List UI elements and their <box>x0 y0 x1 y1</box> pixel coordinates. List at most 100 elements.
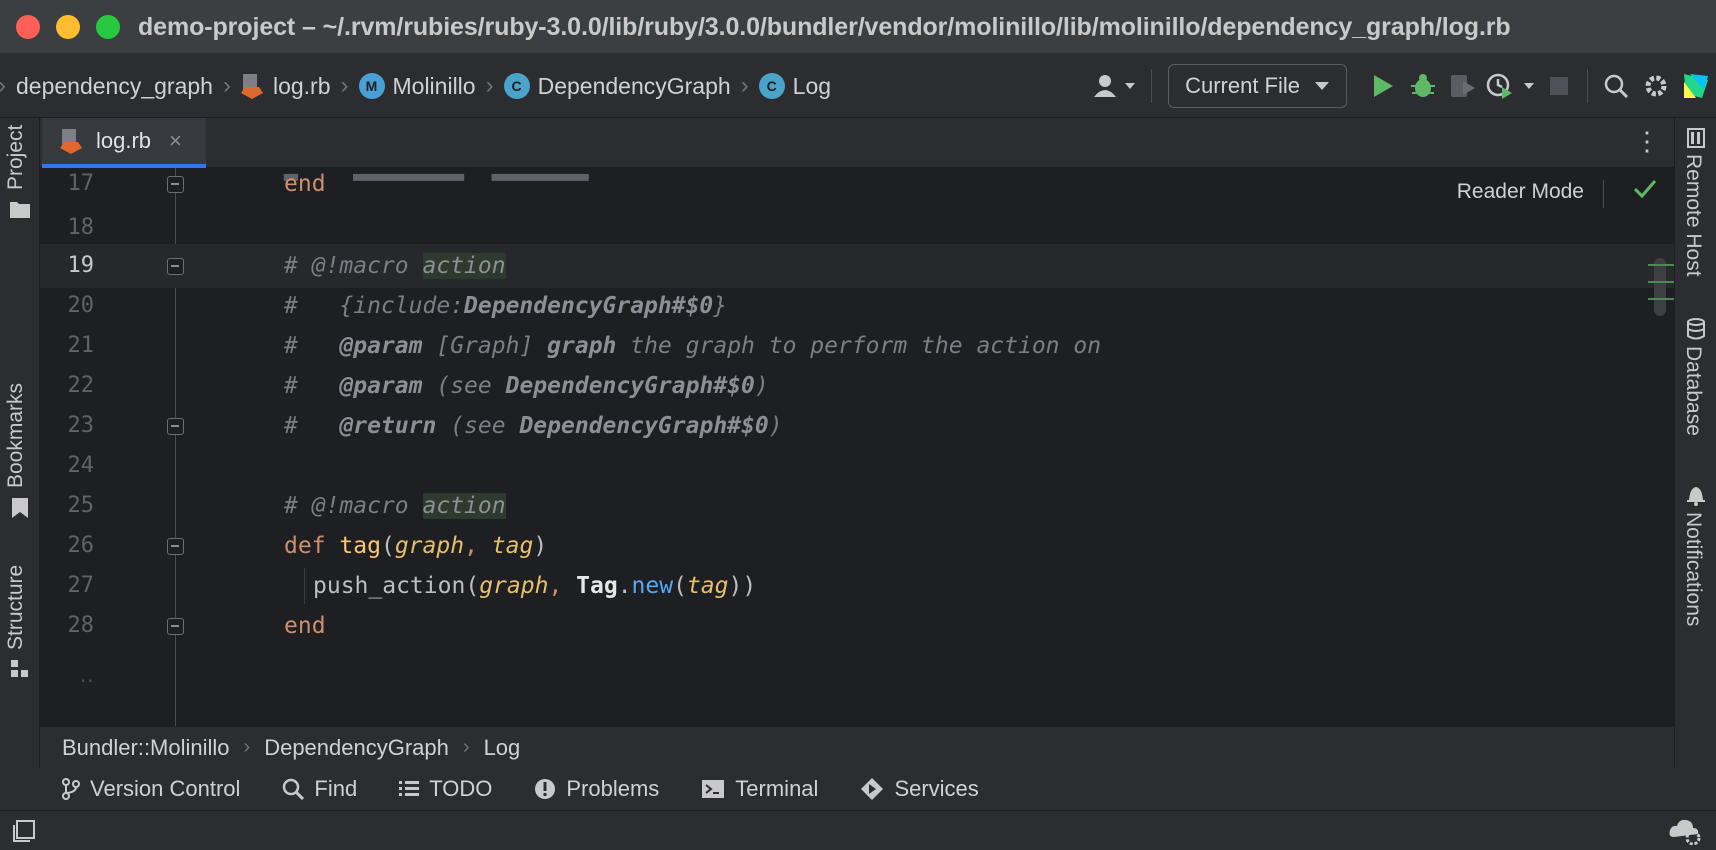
method-call-token: push_action <box>313 573 466 599</box>
fold-toggle-icon[interactable] <box>167 258 184 275</box>
project-tool-button[interactable]: Project <box>0 118 40 228</box>
parameter-token: tag <box>686 573 729 599</box>
comment-token: the graph to perform the action on <box>630 333 1102 359</box>
bell-icon <box>1687 487 1705 506</box>
inspection-ok-icon[interactable] <box>1632 176 1658 202</box>
fold-toggle-icon[interactable] <box>167 418 184 435</box>
tool-window-label: TODO <box>429 776 493 801</box>
breadcrumb-molinillo[interactable]: M Molinillo <box>358 73 476 100</box>
structure-icon <box>11 660 28 677</box>
tab-log-rb[interactable]: log.rb × <box>42 118 206 168</box>
breadcrumb-dependencygraph[interactable]: C DependencyGraph <box>503 73 731 100</box>
remote-host-tool-button[interactable]: Remote Host <box>1675 122 1716 292</box>
structure-tool-button[interactable]: Structure <box>0 558 40 688</box>
find-tool-button[interactable]: Find <box>282 776 357 802</box>
method-name-token: tag <box>339 533 381 559</box>
comment-token: ) <box>768 413 783 439</box>
breadcrumb-dependency-graph[interactable]: dependency_graph <box>16 73 213 100</box>
code-line-24: 24 <box>40 444 1674 488</box>
constant-token: Tag <box>576 573 618 599</box>
settings-button[interactable] <box>1636 66 1676 106</box>
close-tab-icon[interactable]: × <box>169 128 182 154</box>
line-number: 27 <box>67 573 95 598</box>
profile-dropdown-button[interactable] <box>1087 66 1143 106</box>
main-toolbar: Current File <box>1087 54 1716 118</box>
fold-toggle-icon[interactable] <box>167 618 184 635</box>
structure-breadcrumb: Bundler::Molinillo › DependencyGraph › L… <box>40 726 1674 768</box>
problems-tool-button[interactable]: Problems <box>534 776 659 802</box>
notifications-tool-button[interactable]: Notifications <box>1675 480 1716 640</box>
change-marker <box>1648 264 1674 266</box>
left-tool-strip: Project Bookmarks Structure <box>0 118 40 810</box>
close-window-button[interactable] <box>16 15 40 39</box>
terminal-icon <box>702 780 725 798</box>
database-tool-button[interactable]: Database <box>1675 314 1716 454</box>
breadcrumb-label: Log <box>792 72 832 99</box>
method-call-token: new <box>631 573 674 599</box>
editor-scrollbar-thumb[interactable] <box>1654 258 1666 316</box>
toolbar-separator <box>1587 69 1588 103</box>
structure-breadcrumb-item[interactable]: Bundler::Molinillo <box>62 735 230 761</box>
version-control-tool-button[interactable]: Version Control <box>62 776 240 802</box>
code-line-23: 23 # @return (see DependencyGraph#$0) <box>40 404 1674 448</box>
todo-tool-button[interactable]: TODO <box>399 776 492 802</box>
debug-button[interactable] <box>1403 66 1443 106</box>
tool-window-label: Terminal <box>735 776 819 801</box>
structure-tool-label: Structure <box>4 564 27 650</box>
ide-logo-button[interactable] <box>1676 66 1716 106</box>
database-tool-label: Database <box>1682 346 1705 436</box>
keyword-token: end <box>284 613 326 639</box>
search-everywhere-button[interactable] <box>1596 66 1636 106</box>
breadcrumb-separator: › <box>222 72 231 99</box>
line-number: 25 <box>67 493 95 518</box>
code-text: # {include:DependencyGraph#$0} <box>284 284 727 328</box>
comment-reference-token: DependencyGraph#$0 <box>464 293 714 319</box>
code-text: # @!macro action <box>284 244 506 288</box>
code-editor[interactable]: ▂ ▂▂▂▂▂▂▂▂ ▂▂▂▂▂▂▂ 17 end 18 19 # @!macr… <box>40 168 1674 726</box>
project-tool-label: Project <box>4 124 27 190</box>
run-button[interactable] <box>1363 66 1403 106</box>
stop-icon <box>1550 77 1568 95</box>
coverage-button[interactable] <box>1443 66 1483 106</box>
terminal-tool-button[interactable]: Terminal <box>701 776 818 802</box>
more-options-icon[interactable]: ⋮ <box>1634 128 1660 154</box>
code-text: # @!macro action <box>284 484 506 528</box>
breadcrumb-log-rb[interactable]: log.rb <box>240 73 331 100</box>
fold-toggle-icon[interactable] <box>167 538 184 555</box>
gear-icon <box>1645 75 1667 97</box>
breadcrumb-label: dependency_graph <box>16 72 213 99</box>
fold-toggle-icon[interactable] <box>167 176 184 193</box>
services-tool-button[interactable]: Services <box>860 776 979 802</box>
play-icon <box>1374 75 1393 97</box>
bookmarks-tool-button[interactable]: Bookmarks <box>0 380 40 520</box>
bookmark-icon <box>12 498 28 518</box>
editor-tab-bar: log.rb × ⋮ <box>40 118 1674 168</box>
tab-label: log.rb <box>96 128 152 153</box>
highlighted-token: action <box>422 253 506 279</box>
coverage-icon <box>1451 75 1475 97</box>
structure-breadcrumb-item[interactable]: DependencyGraph <box>264 735 449 761</box>
indent-guide <box>304 568 305 604</box>
user-icon <box>1094 75 1136 97</box>
toolbar-separator <box>1151 69 1153 103</box>
branch-icon <box>62 778 80 800</box>
profiler-button[interactable] <box>1483 66 1539 106</box>
comment-token: # <box>284 253 298 279</box>
cloud-settings-icon[interactable] <box>1668 817 1702 845</box>
breadcrumb-log[interactable]: C Log <box>758 72 832 100</box>
change-marker <box>1648 281 1674 283</box>
code-line-20: 20 # {include:DependencyGraph#$0} <box>40 284 1674 328</box>
keyword-token: def <box>284 533 326 559</box>
structure-breadcrumb-item[interactable]: Log <box>484 735 521 761</box>
line-number: ‥ <box>79 663 94 688</box>
toggle-tool-windows-icon[interactable] <box>12 819 36 843</box>
code-line-19: 19 # @!macro action <box>40 244 1674 288</box>
run-configuration-select[interactable]: Current File <box>1168 64 1347 108</box>
code-text: # @param [Graph] graph the graph to perf… <box>284 324 1101 368</box>
stop-button[interactable] <box>1539 66 1579 106</box>
change-marker <box>1648 298 1674 300</box>
reader-mode-toggle[interactable]: Reader Mode <box>1457 180 1584 204</box>
zoom-window-button[interactable] <box>96 15 120 39</box>
comment-token: # <box>284 413 298 439</box>
minimize-window-button[interactable] <box>56 15 80 39</box>
